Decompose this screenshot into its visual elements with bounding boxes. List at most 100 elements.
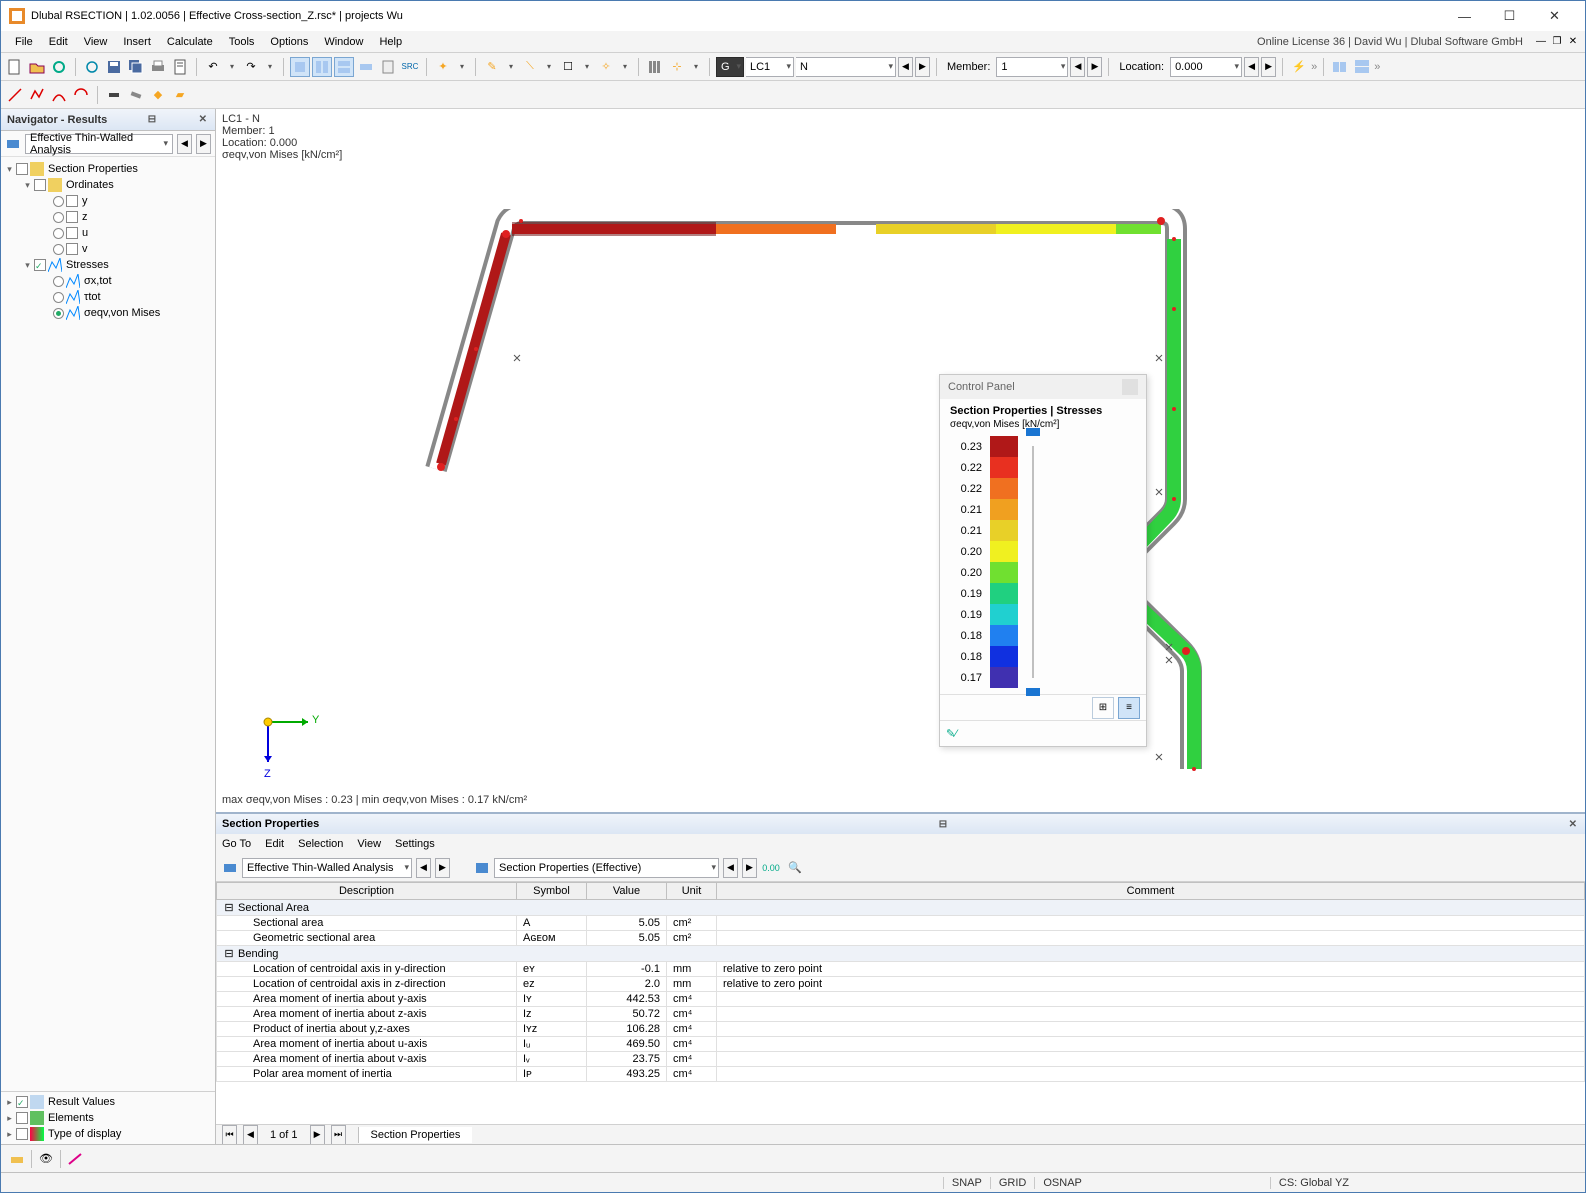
view2-button[interactable] — [312, 57, 332, 77]
bb-button1[interactable] — [7, 1149, 27, 1169]
sp-search-button[interactable]: 🔍 — [785, 858, 805, 878]
view3-button[interactable] — [334, 57, 354, 77]
element1-button[interactable] — [104, 85, 124, 105]
table-row[interactable]: Area moment of inertia about v-axisIᵥ23.… — [217, 1052, 1585, 1067]
member-next-button[interactable]: ▶ — [1087, 57, 1102, 77]
sp-next-button[interactable]: ▶ — [310, 1125, 325, 1145]
sp-an-prev-button[interactable]: ◀ — [416, 858, 431, 878]
table-row[interactable]: Sectional areaA5.05cm² — [217, 916, 1585, 931]
location-dropdown[interactable]: 0.000 — [1170, 57, 1242, 77]
panel-pin-icon[interactable]: ⊟ — [146, 114, 158, 125]
table-row[interactable]: Area moment of inertia about y-axisIʏ442… — [217, 992, 1585, 1007]
sp-menu-selection[interactable]: Selection — [298, 838, 343, 850]
sp-restore-icon[interactable]: ⊟ — [937, 819, 949, 830]
tree-stress-item[interactable]: τtot — [1, 289, 215, 305]
layout2-button[interactable] — [1352, 57, 1372, 77]
analysis-prev-button[interactable]: ◀ — [177, 134, 192, 154]
menu-calculate[interactable]: Calculate — [159, 36, 221, 48]
src-button[interactable]: SRC — [400, 57, 420, 77]
sp-analysis-dropdown[interactable]: Effective Thin-Walled Analysis — [242, 858, 412, 878]
calculator-button[interactable] — [378, 57, 398, 77]
tree-ordinates[interactable]: ▾Ordinates — [1, 177, 215, 193]
cp-button-2[interactable]: ≡ — [1118, 697, 1140, 719]
menu-help[interactable]: Help — [371, 36, 410, 48]
sp-table-dropdown[interactable]: Section Properties (Effective) — [494, 858, 719, 878]
pencil-icon[interactable]: ✎⁄ — [946, 727, 957, 740]
tree-ord-y[interactable]: y — [1, 193, 215, 209]
sync-button[interactable] — [82, 57, 102, 77]
status-osnap[interactable]: OSNAP — [1034, 1177, 1090, 1189]
report-button[interactable] — [170, 57, 190, 77]
columns-button[interactable] — [645, 57, 665, 77]
canvas[interactable]: LC1 - N Member: 1 Location: 0.000 σeqv,v… — [216, 109, 1585, 812]
lc-next-button[interactable]: ▶ — [915, 57, 930, 77]
sp-tab[interactable]: Section Properties — [358, 1127, 473, 1143]
edit4-button[interactable]: ✧ — [596, 57, 616, 77]
redo-button[interactable]: ↷ — [241, 57, 261, 77]
control-panel[interactable]: Control Panel Section Properties | Stres… — [939, 374, 1147, 747]
new-file-button[interactable] — [5, 57, 25, 77]
table-row[interactable]: Area moment of inertia about z-axisIᴢ50.… — [217, 1007, 1585, 1022]
sp-menu-view[interactable]: View — [357, 838, 381, 850]
analysis-next-button[interactable]: ▶ — [196, 134, 211, 154]
element2-button[interactable] — [126, 85, 146, 105]
table-row[interactable]: Location of centroidal axis in z-directi… — [217, 977, 1585, 992]
element4-button[interactable]: ▰ — [170, 85, 190, 105]
sp-an-next-button[interactable]: ▶ — [435, 858, 450, 878]
table-row[interactable]: Polar area moment of inertiaIᴘ493.25cm⁴ — [217, 1067, 1585, 1082]
minimize-button[interactable]: — — [1442, 4, 1487, 28]
sp-first-button[interactable]: ⏮ — [222, 1125, 237, 1145]
mdi-close-icon[interactable]: ✕ — [1567, 36, 1579, 48]
tree-ord-u[interactable]: u — [1, 225, 215, 241]
wand-button[interactable]: ✦ — [433, 57, 453, 77]
menu-edit[interactable]: Edit — [41, 36, 76, 48]
arc2-tool-button[interactable] — [71, 85, 91, 105]
sp-menu-edit[interactable]: Edit — [265, 838, 284, 850]
tree-type-of-display[interactable]: ▸Type of display — [1, 1126, 215, 1142]
sp-last-button[interactable]: ⏭ — [331, 1125, 346, 1145]
open-file-button[interactable] — [27, 57, 47, 77]
analysis-dropdown[interactable]: Effective Thin-Walled Analysis — [25, 134, 173, 154]
view4-button[interactable] — [356, 57, 376, 77]
line-tool-button[interactable] — [5, 85, 25, 105]
lc-type-dropdown[interactable]: G — [716, 57, 744, 77]
tree-stress-item[interactable]: σx,tot — [1, 273, 215, 289]
refresh-button[interactable] — [49, 57, 69, 77]
edit2-button[interactable]: ⟍ — [520, 57, 540, 77]
arc-tool-button[interactable] — [49, 85, 69, 105]
tree-ord-z[interactable]: z — [1, 209, 215, 225]
menu-window[interactable]: Window — [316, 36, 371, 48]
menu-tools[interactable]: Tools — [221, 36, 263, 48]
panel-close-icon[interactable]: ✕ — [197, 114, 209, 125]
save-button[interactable] — [104, 57, 124, 77]
table-row[interactable]: Product of inertia about y,z-axesIʏᴢ106.… — [217, 1022, 1585, 1037]
tree-ord-v[interactable]: v — [1, 241, 215, 257]
menu-options[interactable]: Options — [262, 36, 316, 48]
edit3-button[interactable]: ☐ — [558, 57, 578, 77]
status-snap[interactable]: SNAP — [943, 1177, 990, 1189]
control-panel-close-icon[interactable] — [1122, 379, 1138, 395]
sp-prev-button[interactable]: ◀ — [243, 1125, 258, 1145]
print-button[interactable] — [148, 57, 168, 77]
tree-section-properties[interactable]: ▾Section Properties — [1, 161, 215, 177]
tree-result-values[interactable]: ▸Result Values — [1, 1094, 215, 1110]
table-group-row[interactable]: ⊟ Bending — [217, 946, 1585, 962]
mdi-minimize-icon[interactable]: — — [1535, 36, 1547, 48]
sp-decimal-button[interactable]: 0.00 — [761, 858, 781, 878]
sp-menu-settings[interactable]: Settings — [395, 838, 435, 850]
sp-tb-prev-button[interactable]: ◀ — [723, 858, 738, 878]
lc-number-dropdown[interactable]: LC1 — [746, 57, 794, 77]
menu-view[interactable]: View — [76, 36, 116, 48]
flash-button[interactable]: ⚡ — [1289, 57, 1309, 77]
menu-file[interactable]: File — [7, 36, 41, 48]
undo-button[interactable]: ↶ — [203, 57, 223, 77]
close-button[interactable]: ✕ — [1532, 4, 1577, 28]
control-panel-header[interactable]: Control Panel — [940, 375, 1146, 399]
table-group-row[interactable]: ⊟ Sectional Area — [217, 900, 1585, 916]
sp-tb-next-button[interactable]: ▶ — [742, 858, 757, 878]
polyline-tool-button[interactable] — [27, 85, 47, 105]
location-prev-button[interactable]: ◀ — [1244, 57, 1259, 77]
save-all-button[interactable] — [126, 57, 146, 77]
table-row[interactable]: Geometric sectional areaAɢᴇᴏᴍ5.05cm² — [217, 931, 1585, 946]
sp-menu-goto[interactable]: Go To — [222, 838, 251, 850]
